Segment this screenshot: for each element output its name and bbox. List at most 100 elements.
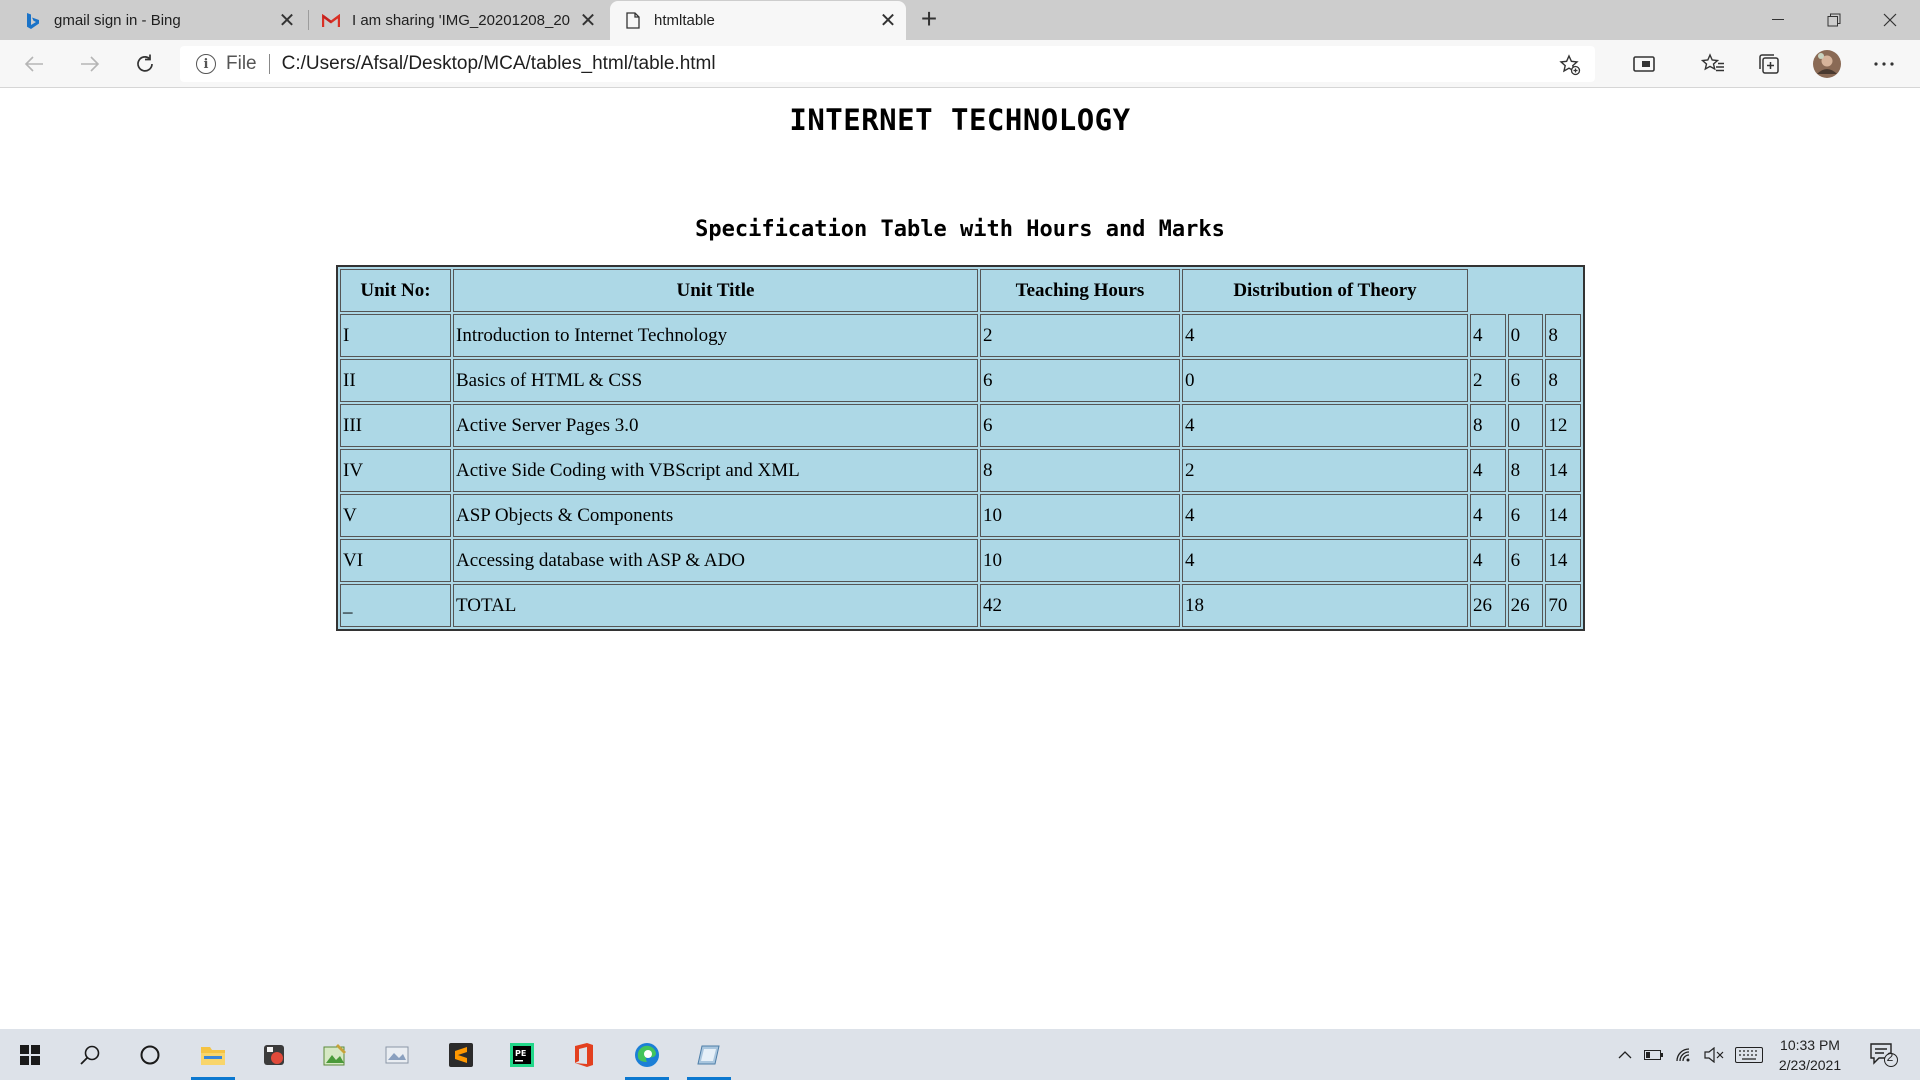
cell-unit-title: TOTAL: [453, 584, 978, 627]
cell-extra-3: 12: [1545, 404, 1581, 447]
table-row: VI Accessing database with ASP & ADO 10 4 4 6…: [340, 539, 1581, 582]
favorites-icon[interactable]: [1695, 46, 1731, 82]
clock-time: 10:33 PM: [1780, 1037, 1840, 1053]
cell-extra-2: 6: [1507, 494, 1544, 537]
office-icon[interactable]: [554, 1029, 614, 1080]
cell-extra-1: 4: [1470, 449, 1506, 492]
cell-unit-no: IV: [340, 449, 451, 492]
volume-muted-icon[interactable]: [1702, 1029, 1726, 1080]
cell-teaching-hours: 10: [980, 494, 1180, 537]
wifi-icon[interactable]: [1673, 1029, 1697, 1080]
cell-distribution-of-theory: 4: [1182, 314, 1468, 357]
battery-icon[interactable]: [1642, 1029, 1666, 1080]
cell-extra-1: 8: [1470, 404, 1506, 447]
cell-extra-3: 14: [1545, 539, 1581, 582]
cell-extra-1: 4: [1470, 314, 1506, 357]
cell-extra-1: 26: [1470, 584, 1506, 627]
table-row: III Active Server Pages 3.0 6 4 8 0 12: [340, 404, 1581, 447]
page-title: INTERNET TECHNOLOGY: [789, 103, 1131, 137]
cell-teaching-hours: 2: [980, 314, 1180, 357]
cell-extra-3: 14: [1545, 494, 1581, 537]
system-clock[interactable]: 10:33 PM 2/23/2021: [1765, 1035, 1855, 1075]
cell-unit-no: III: [340, 404, 451, 447]
notification-count: 2: [1886, 1050, 1894, 1064]
notifications-icon[interactable]: 2: [1866, 1029, 1902, 1080]
table-caption: Specification Table with Hours and Marks: [695, 217, 1225, 242]
cell-teaching-hours: 6: [980, 404, 1180, 447]
cell-unit-no: V: [340, 494, 451, 537]
table-header-row: Unit No: Unit Title Teaching Hours Distr…: [340, 269, 1581, 312]
app-icon[interactable]: [305, 1029, 365, 1080]
add-favorite-icon[interactable]: [1559, 54, 1581, 81]
close-tab-icon[interactable]: ✕: [870, 8, 906, 33]
profile-avatar[interactable]: [1809, 46, 1845, 82]
cell-teaching-hours: 42: [980, 584, 1180, 627]
close-tab-icon[interactable]: ✕: [570, 8, 606, 33]
header-unit-title: Unit Title: [453, 269, 978, 312]
cell-unit-no: II: [340, 359, 451, 402]
search-icon[interactable]: [60, 1029, 120, 1080]
tab-title: I am sharing 'IMG_20201208_20: [352, 12, 570, 29]
scheme-label: File: [226, 53, 257, 74]
restore-button[interactable]: [1806, 0, 1862, 40]
file-icon: [624, 12, 642, 30]
close-window-button[interactable]: [1862, 0, 1918, 40]
windows-start-icon[interactable]: [0, 1029, 60, 1080]
immersive-reader-icon[interactable]: [1626, 46, 1662, 82]
cell-distribution-of-theory: 0: [1182, 359, 1468, 402]
tab-title: gmail sign in - Bing: [54, 12, 181, 29]
app-icon[interactable]: [679, 1029, 739, 1080]
cell-extra-1: 4: [1470, 539, 1506, 582]
cell-unit-no: I: [340, 314, 451, 357]
tab-bing[interactable]: gmail sign in - Bing ✕: [0, 1, 305, 40]
specification-table: Unit No: Unit Title Teaching Hours Distr…: [336, 265, 1585, 631]
table-body: I Introduction to Internet Technology 2 4 4 0…: [340, 314, 1581, 627]
back-button[interactable]: [16, 46, 52, 82]
more-menu-icon[interactable]: [1866, 46, 1902, 82]
url-text[interactable]: C:/Users/Afsal/Desktop/MCA/tables_html/t…: [282, 53, 716, 75]
cell-distribution-of-theory: 4: [1182, 539, 1468, 582]
app-icon[interactable]: [367, 1029, 427, 1080]
collections-icon[interactable]: [1751, 46, 1787, 82]
header-distribution-of-theory: Distribution of Theory: [1182, 269, 1468, 312]
cell-distribution-of-theory: 18: [1182, 584, 1468, 627]
cell-unit-title: Introduction to Internet Technology: [453, 314, 978, 357]
show-hidden-icons-icon[interactable]: [1613, 1029, 1637, 1080]
keyboard-icon[interactable]: [1733, 1029, 1765, 1080]
svg-text:PE: PE: [515, 1049, 526, 1058]
cell-unit-title: Accessing database with ASP & ADO: [453, 539, 978, 582]
cell-extra-2: 0: [1507, 404, 1544, 447]
cell-unit-title: ASP Objects & Components: [453, 494, 978, 537]
cell-extra-3: 8: [1545, 359, 1581, 402]
new-tab-button[interactable]: +: [914, 4, 944, 36]
tab-gmail[interactable]: I am sharing 'IMG_20201208_20 ✕: [308, 1, 606, 40]
cell-extra-1: 4: [1470, 494, 1506, 537]
pycharm-icon[interactable]: PE: [492, 1029, 552, 1080]
tab-htmltable[interactable]: htmltable ✕: [610, 1, 906, 40]
cell-extra-2: 6: [1507, 359, 1544, 402]
tab-strip: gmail sign in - Bing ✕ I am sharing 'IMG…: [0, 0, 1920, 40]
refresh-button[interactable]: [127, 46, 163, 82]
cell-distribution-of-theory: 4: [1182, 404, 1468, 447]
tab-title: htmltable: [654, 12, 715, 29]
info-icon[interactable]: i: [196, 54, 216, 74]
minimize-button[interactable]: [1750, 0, 1806, 40]
cell-unit-no: _: [340, 584, 451, 627]
table-row: IV Active Side Coding with VBScript and X…: [340, 449, 1581, 492]
edge-icon[interactable]: [617, 1029, 677, 1080]
cell-unit-title: Basics of HTML & CSS: [453, 359, 978, 402]
header-empty-cell: [1470, 269, 1581, 312]
header-unit-no: Unit No:: [340, 269, 451, 312]
sublime-text-icon[interactable]: [431, 1029, 491, 1080]
clock-date: 2/23/2021: [1778, 1057, 1842, 1073]
cell-unit-no: VI: [340, 539, 451, 582]
file-explorer-icon[interactable]: [183, 1029, 243, 1080]
forward-button[interactable]: [72, 46, 108, 82]
cortana-icon[interactable]: [120, 1029, 180, 1080]
table-row: V ASP Objects & Components 10 4 4 6 14: [340, 494, 1581, 537]
browser-toolbar: i File C:/Users/Afsal/Desktop/MCA/tables…: [0, 40, 1920, 88]
address-bar[interactable]: i File C:/Users/Afsal/Desktop/MCA/tables…: [180, 46, 1595, 82]
cell-extra-2: 26: [1507, 584, 1544, 627]
close-tab-icon[interactable]: ✕: [269, 8, 305, 33]
app-icon[interactable]: [244, 1029, 304, 1080]
